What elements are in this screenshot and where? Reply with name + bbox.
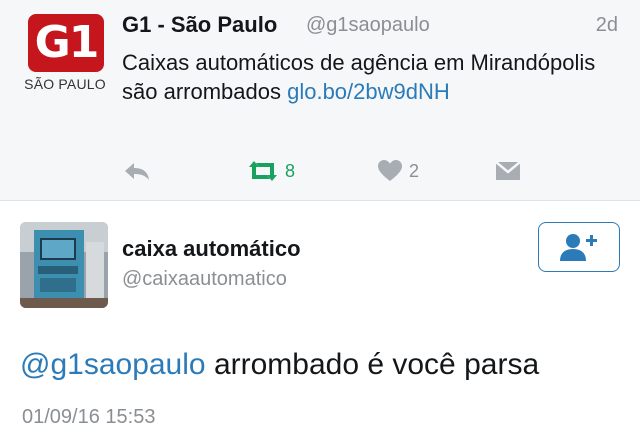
reply-icon (125, 163, 149, 180)
tweet-text: Caixas automáticos de agência em Mirandó… (122, 48, 602, 106)
tweet-actions: 8 2 (122, 156, 552, 186)
author-name[interactable]: caixa automático (122, 236, 301, 262)
add-user-icon (560, 234, 597, 261)
direct-message-button[interactable] (494, 156, 522, 186)
heart-icon (378, 160, 402, 181)
g1-logo-text: G1 (34, 17, 100, 68)
like-button[interactable]: 2 (377, 156, 419, 186)
retweet-icon (249, 161, 277, 181)
g1-logo: G1 (28, 14, 104, 72)
tweet-text: @g1saopaulo arrombado é você parsa (20, 348, 539, 382)
tweet-link[interactable]: glo.bo/2bw9dNH (287, 79, 450, 104)
retweet-button[interactable]: 8 (247, 156, 295, 186)
atm-machine-photo (20, 222, 108, 308)
g1-logo-subtitle: SÃO PAULO (24, 76, 106, 92)
author-name[interactable]: G1 - São Paulo (122, 12, 277, 38)
quoted-tweet[interactable]: G1 SÃO PAULO G1 - São Paulo @g1saopaulo … (0, 0, 640, 200)
g1-avatar[interactable]: G1 SÃO PAULO (22, 14, 108, 98)
author-handle[interactable]: @caixaautomatico (122, 268, 287, 291)
atm-avatar[interactable] (20, 222, 108, 308)
like-count: 2 (409, 160, 420, 181)
envelope-icon (495, 161, 521, 180)
reply-button[interactable] (122, 156, 152, 186)
tweet-text-body: arrombado é você parsa (205, 348, 540, 381)
follow-button[interactable] (538, 222, 620, 272)
author-handle[interactable]: @g1saopaulo (306, 14, 430, 37)
tweet-timestamp[interactable]: 01/09/16 15:53 (22, 406, 155, 429)
mention-link[interactable]: @g1saopaulo (20, 348, 206, 381)
tweet-divider (0, 200, 640, 201)
tweet-time[interactable]: 2d (596, 14, 618, 37)
retweet-count: 8 (285, 160, 296, 181)
